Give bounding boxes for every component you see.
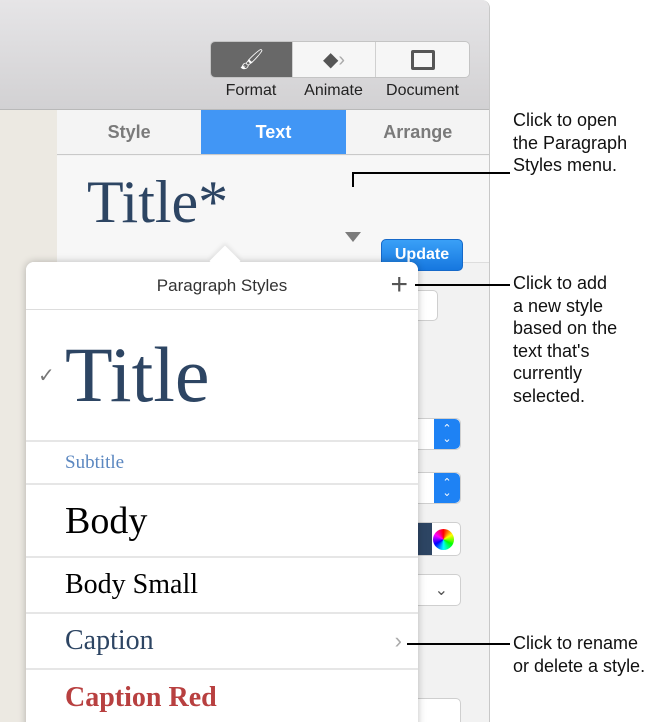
checkmark-icon: ✓ bbox=[38, 364, 55, 387]
stepper-icon: ⌃ ⌄ bbox=[434, 473, 460, 503]
stepper-icon: ⌃ ⌄ bbox=[434, 419, 460, 449]
style-label: Title bbox=[65, 331, 210, 418]
style-label: Caption Red bbox=[65, 682, 217, 713]
style-item-title[interactable]: ✓ Title bbox=[26, 310, 418, 442]
callout-line bbox=[415, 284, 510, 286]
current-style-name[interactable]: Title* bbox=[87, 168, 228, 237]
callout-text: currently bbox=[513, 363, 583, 383]
callout-text: the Paragraph bbox=[513, 132, 628, 153]
callout-text: selected. bbox=[513, 385, 586, 406]
style-label: Caption bbox=[65, 625, 154, 656]
callout-line bbox=[352, 172, 354, 187]
callout-text: text that's bbox=[513, 340, 590, 361]
style-label: Subtitle bbox=[65, 451, 125, 473]
style-item-caption-red[interactable]: Caption Red bbox=[26, 670, 418, 722]
styles-menu-disclosure-icon[interactable] bbox=[345, 232, 361, 242]
color-wheel-icon[interactable] bbox=[433, 529, 454, 550]
add-style-button[interactable]: + bbox=[390, 270, 408, 300]
callout-text: or delete a style. bbox=[513, 655, 646, 676]
paintbrush-icon: 🖌 bbox=[238, 49, 265, 71]
callout-text: a new style bbox=[513, 295, 604, 316]
format-label: Format bbox=[225, 82, 277, 99]
document-button[interactable] bbox=[376, 42, 469, 77]
callout-styles-menu: Click to open the Paragraph Styles menu. bbox=[513, 109, 627, 177]
pages-window: 🖌 ◆› Format Animate Document Style Text … bbox=[0, 0, 490, 722]
document-icon bbox=[410, 49, 435, 70]
callout-text: Click to add bbox=[513, 273, 608, 293]
callout-text: based on the bbox=[513, 318, 618, 338]
animate-label: Animate bbox=[304, 82, 363, 99]
inspector-segmented-control: 🖌 ◆› bbox=[210, 41, 470, 78]
callout-rename: Click to rename or delete a style. bbox=[513, 632, 645, 677]
callout-add-style: Click to add a new style based on the te… bbox=[513, 272, 617, 407]
animate-button[interactable]: ◆› bbox=[293, 42, 376, 77]
style-label: Body bbox=[65, 499, 148, 542]
format-button[interactable]: 🖌 bbox=[211, 42, 293, 77]
popover-title: Paragraph Styles bbox=[156, 275, 288, 295]
callout-text: Click to open bbox=[513, 110, 618, 130]
chevron-down-icon: ⌄ bbox=[434, 582, 448, 599]
style-item-body[interactable]: Body bbox=[26, 485, 418, 558]
tab-text[interactable]: Text bbox=[201, 110, 346, 154]
callout-text: Styles menu. bbox=[513, 155, 618, 175]
callout-line bbox=[407, 643, 510, 645]
toolbar: 🖌 ◆› Format Animate Document bbox=[0, 0, 489, 110]
callout-line bbox=[352, 172, 510, 174]
style-item-subtitle[interactable]: Subtitle bbox=[26, 442, 418, 485]
tab-arrange[interactable]: Arrange bbox=[346, 110, 489, 154]
style-item-body-small[interactable]: Body Small bbox=[26, 558, 418, 614]
callout-text: Click to rename bbox=[513, 633, 639, 653]
paragraph-styles-popover: Paragraph Styles + ✓ Title Subtitle Body B… bbox=[26, 262, 418, 722]
document-label: Document bbox=[386, 82, 459, 99]
style-item-caption[interactable]: Caption › bbox=[26, 614, 418, 670]
style-label: Body Small bbox=[65, 569, 199, 600]
animate-icon: ◆› bbox=[322, 49, 346, 71]
tab-style[interactable]: Style bbox=[57, 110, 201, 154]
chevron-right-icon[interactable]: › bbox=[395, 628, 402, 654]
